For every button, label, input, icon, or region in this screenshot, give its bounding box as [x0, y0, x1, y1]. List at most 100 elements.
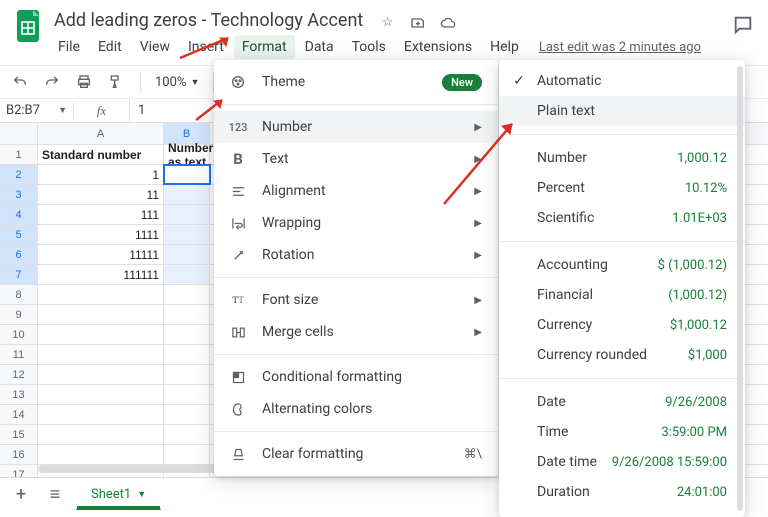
fmt-scientific[interactable]: Scientific1.01E+03 [499, 203, 745, 233]
cloud-icon[interactable] [439, 14, 457, 32]
add-sheet-button[interactable]: + [8, 482, 34, 508]
fmt-currency-rounded[interactable]: Currency rounded$1,000 [499, 340, 745, 370]
comments-icon[interactable] [732, 14, 754, 40]
cell[interactable] [164, 245, 210, 264]
move-icon[interactable] [409, 14, 427, 32]
row-header[interactable]: 11 [0, 345, 38, 364]
undo-icon[interactable] [10, 72, 30, 92]
menu-theme[interactable]: Theme New [214, 66, 498, 98]
cell[interactable] [164, 385, 210, 404]
fmt-financial[interactable]: Financial(1,000.12) [499, 280, 745, 310]
submenu-scrollbar[interactable] [737, 66, 743, 511]
star-icon[interactable]: ☆ [379, 14, 397, 32]
cell[interactable] [164, 345, 210, 364]
cell[interactable]: 111 [38, 205, 164, 224]
cell[interactable] [164, 225, 210, 244]
zoom-selector[interactable]: 100%▼ [155, 75, 199, 90]
row-header[interactable]: 10 [0, 325, 38, 344]
fmt-duration[interactable]: Duration24:01:00 [499, 477, 745, 507]
menu-format[interactable]: Format [234, 35, 295, 59]
cell[interactable] [38, 405, 164, 424]
select-all-corner[interactable] [0, 123, 38, 144]
cell[interactable] [38, 325, 164, 344]
menu-clear[interactable]: Clear formatting ⌘\ [214, 438, 498, 470]
col-header-a[interactable]: A [38, 123, 164, 144]
fmt-percent[interactable]: Percent10.12% [499, 173, 745, 203]
redo-icon[interactable] [42, 72, 62, 92]
menu-help[interactable]: Help [482, 35, 527, 59]
sheet-tab[interactable]: Sheet1▼ [76, 480, 161, 510]
cell[interactable] [38, 345, 164, 364]
cell[interactable] [38, 385, 164, 404]
cell[interactable] [164, 425, 210, 444]
cell[interactable] [38, 305, 164, 324]
menu-rotation[interactable]: Rotation ▶ [214, 239, 498, 271]
cell[interactable]: Standard number [38, 145, 164, 164]
cell[interactable]: 1111 [38, 225, 164, 244]
row-header[interactable]: 4 [0, 205, 38, 224]
paint-format-icon[interactable] [106, 72, 126, 92]
fmt-datetime[interactable]: Date time9/26/2008 15:59:00 [499, 447, 745, 477]
row-header[interactable]: 12 [0, 365, 38, 384]
row-header[interactable]: 16 [0, 445, 38, 464]
row-header[interactable]: 9 [0, 305, 38, 324]
row-header[interactable]: 7 [0, 265, 38, 284]
row-header[interactable]: 6 [0, 245, 38, 264]
all-sheets-button[interactable]: ≡ [42, 482, 68, 508]
cell[interactable] [164, 365, 210, 384]
fmt-accounting[interactable]: Accounting$ (1,000.12) [499, 250, 745, 280]
menu-extensions[interactable]: Extensions [396, 35, 480, 59]
name-box[interactable]: B2:B7▼ [0, 103, 74, 118]
cell[interactable] [38, 285, 164, 304]
menu-tools[interactable]: Tools [344, 35, 394, 59]
cell[interactable] [164, 185, 210, 204]
fmt-time[interactable]: Time3:59:00 PM [499, 417, 745, 447]
cell[interactable] [164, 265, 210, 284]
formula-bar[interactable]: 1 [130, 103, 153, 118]
cell[interactable] [164, 445, 210, 464]
sheets-logo[interactable] [14, 8, 42, 44]
row-header[interactable]: 1 [0, 145, 38, 164]
menu-edit[interactable]: Edit [90, 35, 130, 59]
menu-conditional[interactable]: Conditional formatting [214, 361, 498, 393]
annotation-arrow [194, 96, 228, 122]
doc-title[interactable]: Add leading zeros - Technology Accent [50, 8, 367, 33]
cell[interactable] [164, 205, 210, 224]
chevron-right-icon: ▶ [474, 295, 482, 306]
row-header[interactable]: 2 [0, 165, 38, 184]
cell[interactable] [164, 285, 210, 304]
cell[interactable] [38, 425, 164, 444]
menu-file[interactable]: File [50, 35, 88, 59]
cell[interactable] [164, 325, 210, 344]
row-header[interactable]: 3 [0, 185, 38, 204]
cell[interactable]: 111111 [38, 265, 164, 284]
row-header[interactable]: 14 [0, 405, 38, 424]
menu-wrapping[interactable]: Wrapping ▶ [214, 207, 498, 239]
cell[interactable]: 11111 [38, 245, 164, 264]
menu-view[interactable]: View [132, 35, 178, 59]
fmt-number[interactable]: Number1,000.12 [499, 143, 745, 173]
row-header[interactable]: 8 [0, 285, 38, 304]
fmt-currency[interactable]: Currency$1,000.12 [499, 310, 745, 340]
cell[interactable] [164, 405, 210, 424]
fmt-automatic[interactable]: ✓Automatic [499, 66, 745, 96]
cell[interactable]: Number as text [164, 145, 210, 164]
cell[interactable]: 1 [38, 165, 164, 184]
menu-merge[interactable]: Merge cells ▶ [214, 316, 498, 348]
row-header[interactable]: 5 [0, 225, 38, 244]
cell[interactable]: 11 [38, 185, 164, 204]
row-header[interactable]: 13 [0, 385, 38, 404]
print-icon[interactable] [74, 72, 94, 92]
cell[interactable] [38, 365, 164, 384]
chevron-down-icon[interactable]: ▼ [137, 489, 146, 500]
menu-data[interactable]: Data [297, 35, 342, 59]
fmt-date[interactable]: Date9/26/2008 [499, 387, 745, 417]
cell[interactable] [164, 165, 210, 184]
fmt-plain-text[interactable]: Plain text [499, 96, 745, 126]
row-header[interactable]: 15 [0, 425, 38, 444]
menu-font-size[interactable]: тT Font size ▶ [214, 284, 498, 316]
cell[interactable] [38, 445, 164, 464]
cell[interactable] [164, 305, 210, 324]
menu-alternating[interactable]: Alternating colors [214, 393, 498, 425]
last-edit-link[interactable]: Last edit was 2 minutes ago [539, 40, 701, 55]
